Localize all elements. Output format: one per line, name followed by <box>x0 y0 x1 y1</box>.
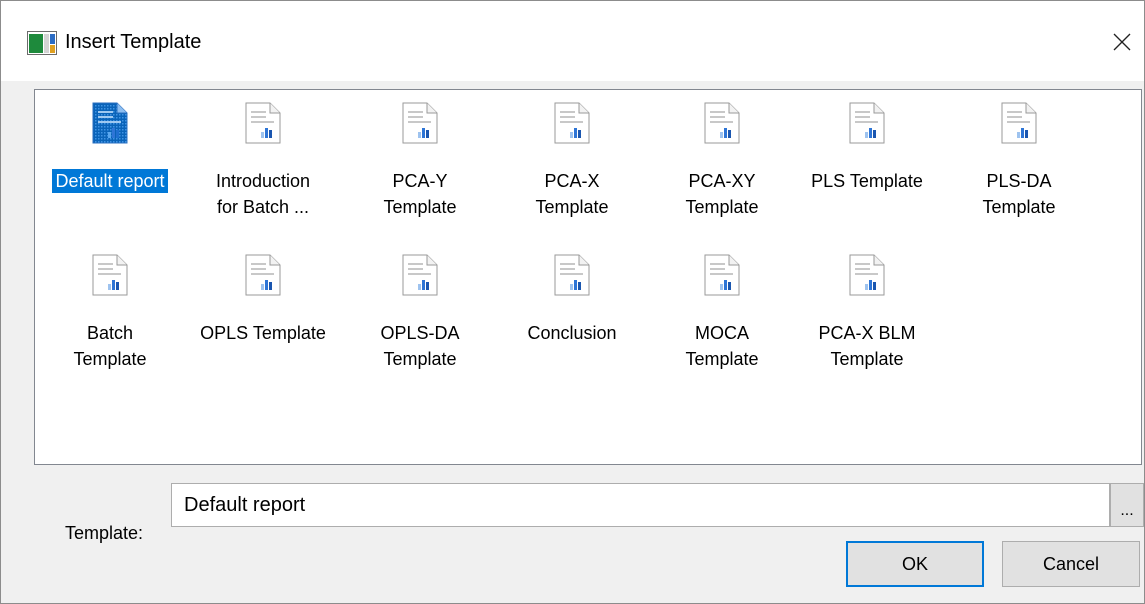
template-item[interactable]: OPLS Template <box>188 246 338 386</box>
template-item[interactable]: PLS Template <box>792 94 942 234</box>
document-chart-icon <box>554 254 590 296</box>
template-item[interactable]: Batch Template <box>35 246 185 386</box>
template-item[interactable]: MOCA Template <box>647 246 797 386</box>
template-item[interactable]: PLS-DA Template <box>944 94 1094 234</box>
template-item[interactable]: Conclusion <box>497 246 647 386</box>
template-item-text: PCA-XY Template <box>685 171 759 217</box>
title-bar: Insert Template <box>1 1 1144 81</box>
template-item-text: OPLS-DA Template <box>380 323 460 369</box>
insert-template-dialog: Insert Template Default report Introduct… <box>0 0 1145 604</box>
ok-button[interactable]: OK <box>846 541 984 587</box>
template-item-label: OPLS Template <box>188 320 338 346</box>
template-item[interactable]: Default report <box>35 94 185 234</box>
template-field-label: Template: <box>65 523 144 543</box>
document-chart-icon <box>402 102 438 144</box>
document-chart-icon <box>554 102 590 144</box>
template-item-text: PCA-Y Template <box>383 171 457 217</box>
document-chart-icon <box>92 102 128 144</box>
template-item-text: Introduction for Batch ... <box>215 171 311 217</box>
template-item-text: PCA-X Template <box>535 171 609 217</box>
close-icon <box>1113 33 1131 51</box>
template-item-text: Default report <box>52 169 168 193</box>
document-chart-icon <box>849 102 885 144</box>
close-button[interactable] <box>1101 17 1143 67</box>
template-item-text: PCA-X BLM Template <box>818 323 916 369</box>
document-chart-icon <box>402 254 438 296</box>
template-item-label: MOCA Template <box>647 320 797 372</box>
template-item-label: PCA-Y Template <box>345 168 495 220</box>
dialog-title: Insert Template <box>65 31 202 53</box>
document-chart-icon <box>849 254 885 296</box>
document-chart-icon <box>704 102 740 144</box>
document-chart-icon <box>245 254 281 296</box>
template-item-text: PLS Template <box>811 171 923 191</box>
template-item-label: Introduction for Batch ... <box>188 168 338 220</box>
template-item-label: Conclusion <box>497 320 647 346</box>
template-item-text: Conclusion <box>527 323 617 343</box>
template-item[interactable]: OPLS-DA Template <box>345 246 495 386</box>
document-chart-icon <box>92 254 128 296</box>
template-item[interactable]: PCA-X BLM Template <box>792 246 942 386</box>
template-list[interactable]: Default report Introduction for Batch ...… <box>34 89 1142 465</box>
template-item[interactable]: Introduction for Batch ... <box>188 94 338 234</box>
template-item[interactable]: PCA-XY Template <box>647 94 797 234</box>
document-chart-icon <box>1001 102 1037 144</box>
template-item-text: Batch Template <box>73 323 147 369</box>
template-item-label: PCA-XY Template <box>647 168 797 220</box>
document-chart-icon <box>245 102 281 144</box>
browse-button[interactable]: ... <box>1110 483 1144 527</box>
template-item[interactable]: PCA-Y Template <box>345 94 495 234</box>
template-item-label: Batch Template <box>35 320 185 372</box>
template-item-label: PLS-DA Template <box>944 168 1094 220</box>
template-item-label: OPLS-DA Template <box>345 320 495 372</box>
template-item-label: PCA-X BLM Template <box>792 320 942 372</box>
template-item-text: MOCA Template <box>685 323 759 369</box>
cancel-button[interactable]: Cancel <box>1002 541 1140 587</box>
template-item[interactable]: PCA-X Template <box>497 94 647 234</box>
template-item-text: OPLS Template <box>200 323 326 343</box>
template-item-label: PCA-X Template <box>497 168 647 220</box>
template-item-label: PLS Template <box>792 168 942 194</box>
template-item-label: Default report <box>35 168 185 194</box>
template-input[interactable] <box>171 483 1110 527</box>
document-chart-icon <box>704 254 740 296</box>
template-item-text: PLS-DA Template <box>982 171 1056 217</box>
report-app-icon <box>27 31 57 55</box>
